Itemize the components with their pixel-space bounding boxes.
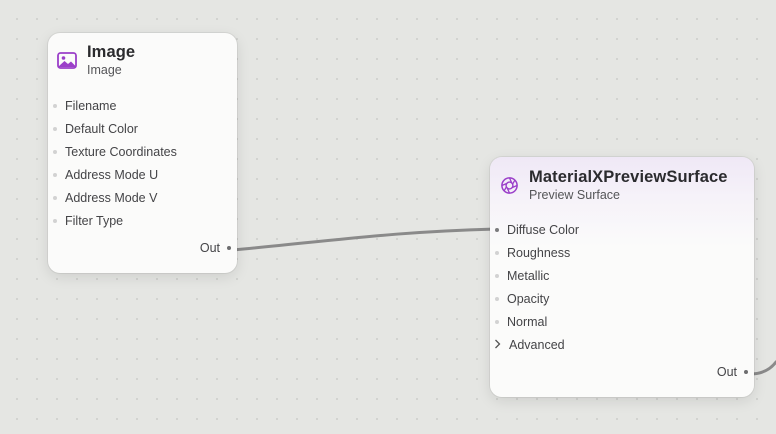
node-header[interactable]: MaterialXPreviewSurface Preview Surface [498, 168, 728, 204]
input-port-address-mode-v[interactable]: Address Mode V [48, 186, 177, 209]
port-dot[interactable] [53, 149, 57, 154]
port-dot[interactable] [53, 126, 57, 131]
port-label: Filename [65, 98, 117, 113]
port-dot[interactable] [495, 319, 499, 324]
preview-surface-node[interactable]: MaterialXPreviewSurface Preview Surface … [490, 157, 754, 397]
port-label: Texture Coordinates [65, 144, 177, 159]
aperture-icon [498, 174, 520, 196]
port-label: Address Mode U [65, 167, 159, 182]
input-port-address-mode-u[interactable]: Address Mode U [48, 163, 177, 186]
input-port-diffuse-color[interactable]: Diffuse Color [490, 218, 579, 241]
port-dot[interactable] [495, 296, 499, 301]
photo-icon [56, 49, 78, 71]
node-subtitle: Preview Surface [529, 188, 621, 202]
output-port[interactable]: Out [200, 241, 231, 255]
input-port-default-color[interactable]: Default Color [48, 117, 177, 140]
port-label: Diffuse Color [507, 222, 580, 237]
port-dot[interactable] [53, 195, 57, 200]
port-label: Metallic [507, 268, 550, 283]
port-label: Normal [507, 314, 548, 329]
chevron-right-icon[interactable] [494, 339, 504, 351]
node-subtitle: Image [87, 63, 122, 77]
port-label: Filter Type [65, 213, 124, 228]
input-ports: Filename Default Color Texture Coordinat… [48, 94, 177, 232]
output-port-dot[interactable] [744, 370, 748, 374]
advanced-group-toggle[interactable]: Advanced [490, 333, 579, 356]
port-dot[interactable] [495, 273, 499, 278]
port-dot[interactable] [53, 103, 57, 108]
port-label: Out [199, 241, 220, 255]
input-port-opacity[interactable]: Opacity [490, 287, 579, 310]
image-node[interactable]: Image Image Filename Default Color Textu… [48, 33, 237, 273]
input-port-filename[interactable]: Filename [48, 94, 177, 117]
group-label: Advanced [509, 337, 565, 352]
input-ports: Diffuse Color Roughness Metallic Opacity… [490, 218, 579, 356]
port-dot[interactable] [53, 172, 57, 177]
port-label: Address Mode V [65, 190, 158, 205]
port-label: Roughness [507, 245, 571, 260]
port-dot[interactable] [53, 218, 57, 223]
connection-wire-image-to-surface[interactable] [231, 227, 498, 252]
node-title: Image [87, 43, 136, 61]
input-port-texture-coordinates[interactable]: Texture Coordinates [48, 140, 177, 163]
output-port[interactable]: Out [717, 365, 748, 379]
input-port-roughness[interactable]: Roughness [490, 241, 579, 264]
port-label: Out [716, 365, 737, 379]
input-port-metallic[interactable]: Metallic [490, 264, 579, 287]
port-dot[interactable] [495, 250, 499, 255]
port-dot-connected[interactable] [495, 227, 499, 232]
output-port-dot[interactable] [227, 246, 231, 250]
node-header[interactable]: Image Image [56, 43, 135, 79]
node-title: MaterialXPreviewSurface [529, 168, 728, 186]
input-port-filter-type[interactable]: Filter Type [48, 209, 177, 232]
port-label: Default Color [65, 121, 138, 136]
input-port-normal[interactable]: Normal [490, 310, 579, 333]
port-label: Opacity [507, 291, 550, 306]
